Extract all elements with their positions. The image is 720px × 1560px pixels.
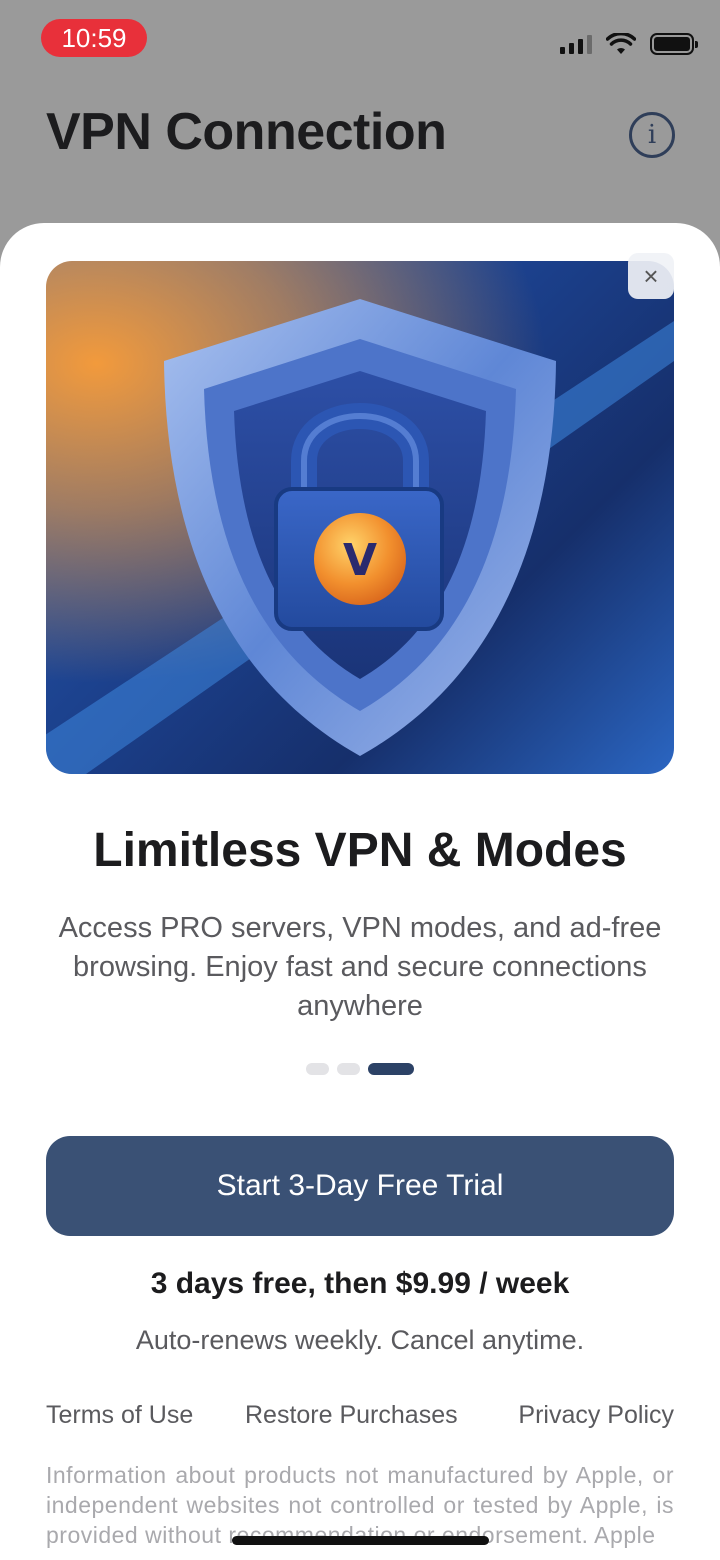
page-dot[interactable] [306, 1063, 329, 1075]
privacy-policy-link[interactable]: Privacy Policy [518, 1401, 674, 1430]
price-text: 3 days free, then $9.99 / week [150, 1267, 570, 1300]
status-time: 10:59 [41, 19, 147, 57]
cellular-signal-icon [560, 34, 592, 54]
wifi-icon [606, 33, 636, 54]
subtitle: Access PRO servers, VPN modes, and ad-fr… [58, 912, 662, 1022]
status-bar: 10:59 [0, 0, 720, 80]
status-icons [560, 30, 698, 58]
paywall-sheet: V × Limitless VPN & Modes Access PRO ser… [0, 223, 720, 1560]
restore-purchases-link[interactable]: Restore Purchases [245, 1401, 458, 1430]
page-dot-active[interactable] [368, 1063, 414, 1075]
auto-renew-text: Auto-renews weekly. Cancel anytime. [135, 1325, 585, 1355]
terms-of-use-link[interactable]: Terms of Use [46, 1401, 193, 1430]
page-title: VPN Connection [46, 103, 447, 161]
page-dot[interactable] [337, 1063, 360, 1075]
headline: Limitless VPN & Modes [93, 824, 627, 877]
info-icon[interactable]: i [629, 112, 675, 158]
page-indicator[interactable] [306, 1063, 414, 1075]
battery-icon [650, 33, 698, 55]
logo-letter: V [343, 535, 377, 586]
home-indicator[interactable] [232, 1536, 489, 1545]
hero-illustration: V [46, 261, 674, 774]
close-button[interactable]: × [628, 253, 674, 299]
start-trial-button[interactable]: Start 3-Day Free Trial [46, 1136, 674, 1236]
